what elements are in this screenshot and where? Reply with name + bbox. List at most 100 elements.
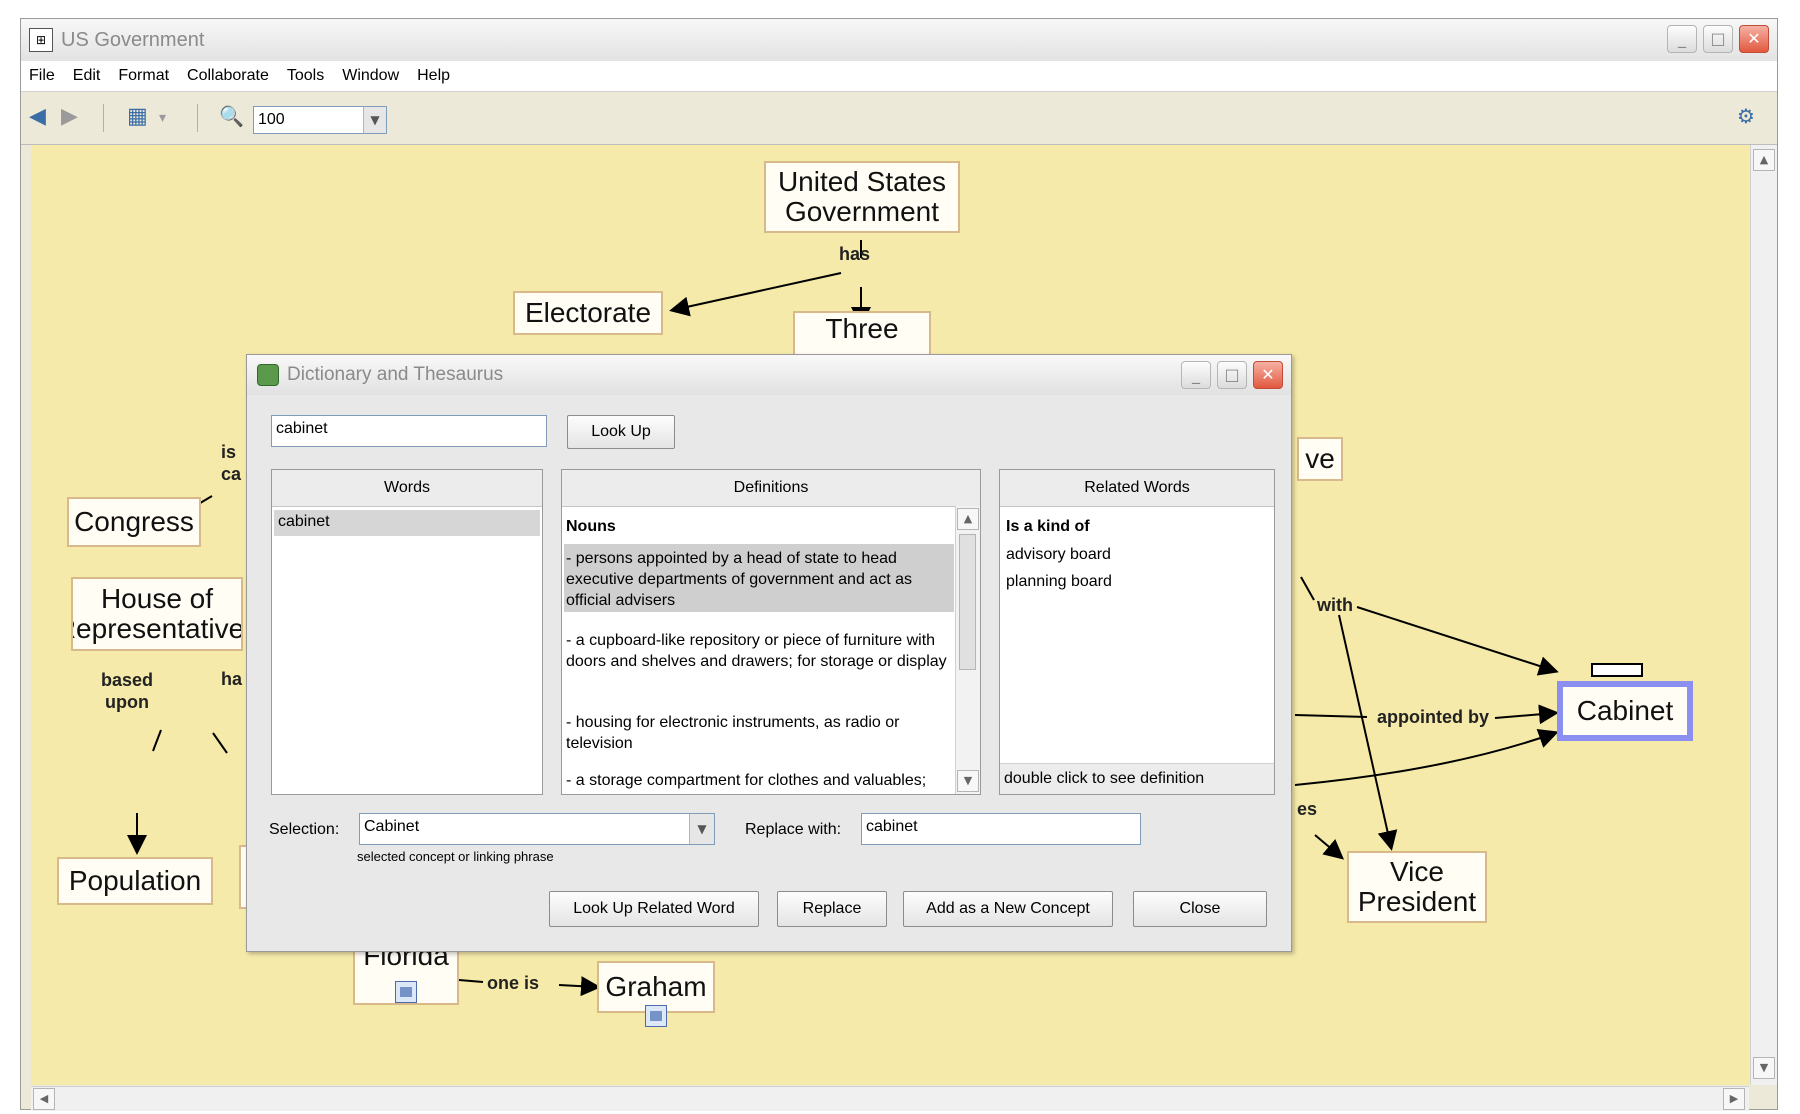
link-line [1314,834,1345,860]
link-line [1356,606,1559,676]
link-line [1294,728,1559,786]
related-word-item[interactable]: advisory board [1006,546,1111,564]
link-line [669,272,842,317]
concept-cabinet[interactable]: Cabinet [1557,681,1693,741]
scroll-thumb[interactable] [959,534,976,670]
concept-house-of-representatives[interactable]: House of Representatives [71,577,243,651]
selection-hint: selected concept or linking phrase [357,849,554,864]
scroll-down-icon[interactable]: ▼ [957,770,979,792]
link-line [152,729,162,752]
definitions-header: Definitions [562,470,980,507]
concept-vice-president[interactable]: Vice President [1347,851,1487,923]
menu-bar: File Edit Format Collaborate Tools Windo… [21,61,1777,92]
minimize-button[interactable]: _ [1667,25,1697,53]
link-line [1294,714,1368,718]
link-label-appointed-by[interactable]: appointed by [1377,707,1489,728]
menu-edit[interactable]: Edit [73,67,101,85]
image-resource-icon[interactable] [645,1005,667,1027]
list-item-selected[interactable]: cabinet [274,510,540,536]
related-words-panel: Related Words Is a kind of advisory boar… [999,469,1275,795]
dialog-maximize-button[interactable]: □ [1217,361,1247,389]
replace-input[interactable]: cabinet [861,813,1141,845]
link-line [1338,614,1398,851]
words-header: Words [272,470,542,507]
related-hint-bar: double click to see definition [1000,763,1274,794]
back-icon[interactable]: ◀ [29,104,46,129]
dialog-close-button[interactable]: ✕ [1253,361,1283,389]
maximize-button[interactable]: □ [1703,25,1733,53]
search-input[interactable]: cabinet [271,415,547,447]
chevron-down-icon[interactable]: ▼ [363,107,386,133]
scroll-right-icon[interactable]: ▶ [1723,1088,1745,1110]
zoom-select[interactable]: 100 ▼ [253,106,387,134]
menu-format[interactable]: Format [118,67,169,85]
selection-select[interactable]: Cabinet ▼ [359,813,715,845]
view-dropdown-icon[interactable]: ▾ [159,110,166,126]
vertical-scrollbar[interactable]: ▲ ▼ [1750,145,1777,1085]
related-word-item[interactable]: planning board [1006,573,1112,591]
link-label-es[interactable]: es [1297,799,1317,820]
scroll-up-icon[interactable]: ▲ [957,508,979,530]
menu-tools[interactable]: Tools [287,67,324,85]
concept-united-states-government[interactable]: United States Government [764,161,960,233]
forward-icon[interactable]: ▶ [61,104,78,129]
link-line [558,976,601,997]
link-label-one-is[interactable]: one is [487,973,539,994]
concept-population[interactable]: Population [57,857,213,905]
look-up-button[interactable]: Look Up [567,415,675,449]
related-hint: double click to see definition [1004,770,1205,787]
dialog-title-bar: Dictionary and Thesaurus _ □ ✕ [247,355,1291,395]
related-section-title: Is a kind of [1006,518,1090,535]
link-label-has[interactable]: has [839,244,870,265]
dictionary-icon [257,364,279,386]
dialog-minimize-button[interactable]: _ [1181,361,1211,389]
look-up-related-word-button[interactable]: Look Up Related Word [549,891,759,927]
add-as-new-concept-button[interactable]: Add as a New Concept [903,891,1113,927]
link-label-has-partial[interactable]: ha [221,669,242,690]
collaboration-icon[interactable]: ⚙ [1737,104,1755,128]
horizontal-scrollbar[interactable]: ◀ ▶ [31,1086,1749,1111]
concept-executive-partial[interactable]: ve [1297,437,1343,481]
zoom-icon: 🔍 [219,104,244,128]
toolbar-separator [197,104,198,132]
view-icon[interactable]: ▦ [127,104,148,129]
chevron-down-icon[interactable]: ▼ [689,814,714,844]
resize-handle-icon[interactable] [1591,663,1643,677]
concept-electorate[interactable]: Electorate [513,291,663,335]
link-label-based-upon[interactable]: based upon [101,669,153,713]
concept-three[interactable]: Three [793,311,931,357]
close-button[interactable]: ✕ [1739,25,1769,53]
link-line [1300,576,1315,601]
scroll-down-icon[interactable]: ▼ [1753,1057,1775,1079]
toolbar-separator [103,104,104,132]
zoom-value: 100 [258,111,285,128]
link-line [212,732,228,754]
definitions-scrollbar[interactable]: ▲ ▼ [955,506,980,794]
dialog-close-action-button[interactable]: Close [1133,891,1267,927]
scroll-up-icon[interactable]: ▲ [1753,149,1775,171]
app-icon: ⊞ [29,28,53,52]
toolbar: ◀ ▶ ▦ ▾ 🔍 100 ▼ ⚙ [21,92,1777,145]
replace-button[interactable]: Replace [777,891,887,927]
menu-help[interactable]: Help [417,67,450,85]
concept-congress[interactable]: Congress [67,497,201,547]
definition-item[interactable]: - a storage compartment for clothes and … [566,770,952,791]
image-resource-icon[interactable] [395,981,417,1003]
related-words-header: Related Words [1000,470,1274,507]
definition-item[interactable]: - persons appointed by a head of state t… [566,548,952,611]
definitions-panel: Definitions Nouns - persons appointed by… [561,469,981,795]
definition-item[interactable]: - housing for electronic instruments, as… [566,712,952,754]
window-title: US Government [61,28,205,51]
menu-window[interactable]: Window [342,67,399,85]
title-bar: ⊞ US Government _ □ ✕ [21,19,1777,61]
words-panel: Words cabinet [271,469,543,795]
dictionary-thesaurus-dialog: Dictionary and Thesaurus _ □ ✕ cabinet L… [246,354,1292,952]
menu-file[interactable]: File [29,67,55,85]
link-label-with[interactable]: with [1317,595,1353,616]
menu-collaborate[interactable]: Collaborate [187,67,269,85]
replace-label: Replace with: [745,821,842,838]
definitions-section-title: Nouns [566,518,616,535]
scroll-left-icon[interactable]: ◀ [33,1088,55,1110]
link-label-is-called[interactable]: is ca [221,441,241,485]
definition-item[interactable]: - a cupboard-like repository or piece of… [566,630,952,672]
